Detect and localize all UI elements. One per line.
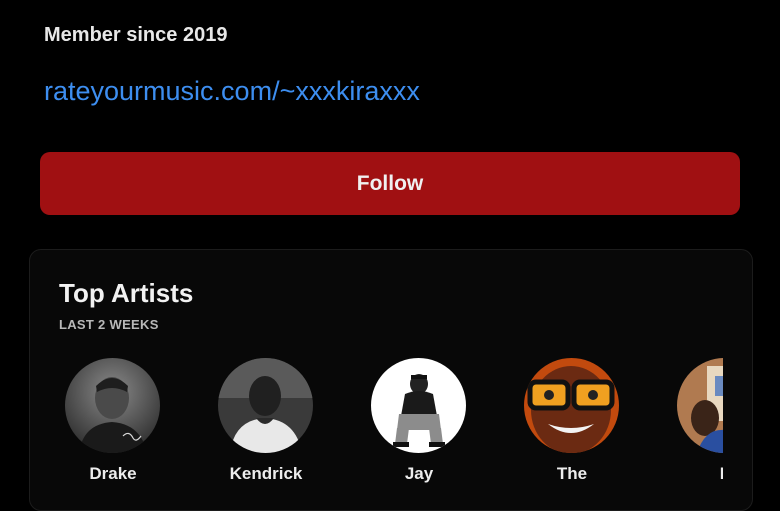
artist-carousel[interactable]: Drake Kendrick Jay The [30,358,723,510]
member-since: Member since 2019 [44,24,228,46]
artist-avatar[interactable] [524,358,619,453]
artist-name: Drake [89,464,137,483]
artist-avatar[interactable] [371,358,466,453]
artist-avatar[interactable] [218,358,313,453]
top-artists-card: Top Artists LAST 2 WEEKS Drake Kendrick … [29,249,753,511]
top-artists-title: Top Artists [59,278,194,308]
artist-name: F [663,464,723,484]
top-artists-period: LAST 2 WEEKS [59,317,159,332]
artist-name: The [556,464,588,483]
follow-button[interactable]: Follow [40,152,740,215]
profile-link[interactable]: rateyourmusic.com/~xxxkiraxxx [44,76,420,107]
artist-avatar[interactable] [65,358,160,453]
artist-name: Jay [404,464,434,483]
artist-avatar[interactable] [677,358,723,453]
artist-name: Kendrick [229,464,303,483]
